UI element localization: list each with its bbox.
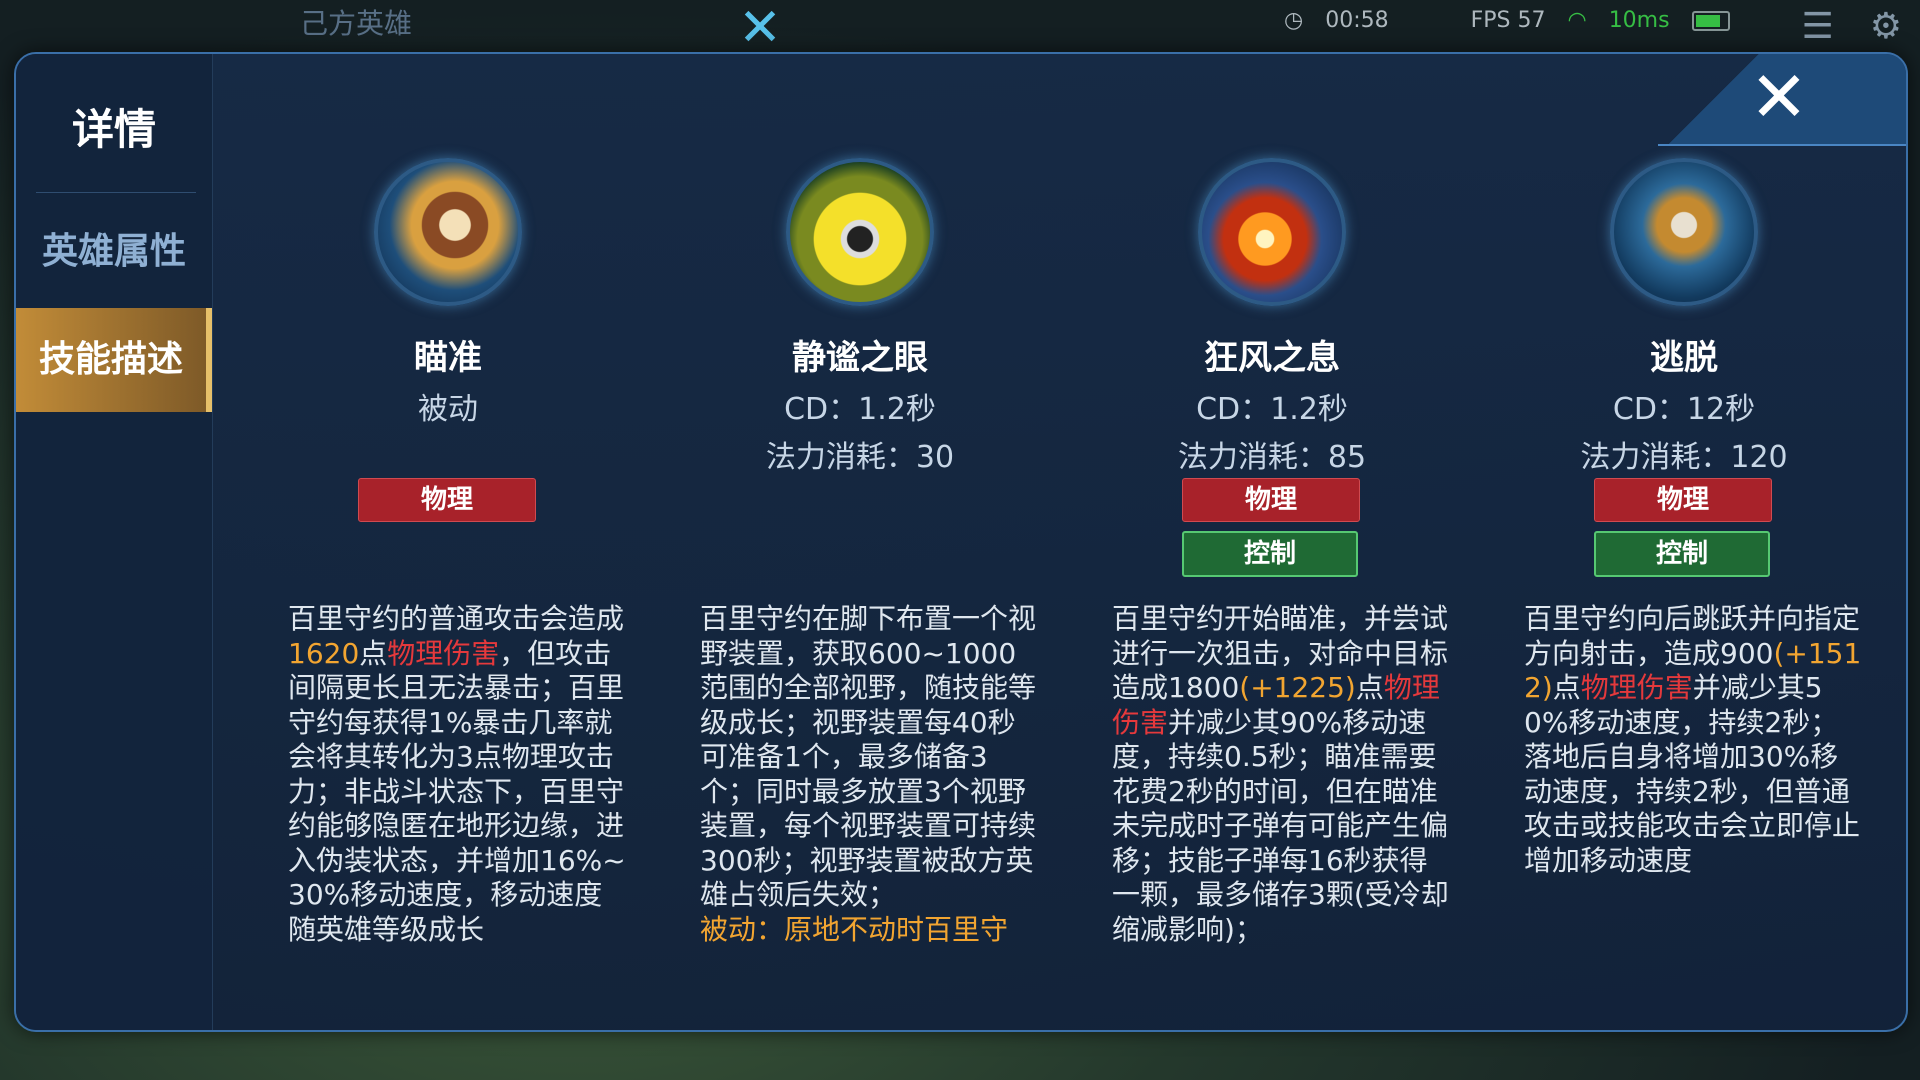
control-tag: 控制 bbox=[1594, 531, 1770, 577]
menu-list-icon[interactable]: ☰ bbox=[1801, 6, 1833, 47]
skill-description: 百里守约向后跳跃并向指定方向射击，造成900(+1512)点物理伤害并减少其50… bbox=[1524, 602, 1862, 877]
skill-eye-icon bbox=[786, 158, 934, 306]
skill-escape-icon bbox=[1610, 158, 1758, 306]
skill-card-1: 瞄准 被动 物理 百里守约的普通攻击会造成1620点物理伤害，但攻击间隔更长且无… bbox=[268, 54, 628, 1030]
skill-mana-cost: 法力消耗：120 bbox=[1580, 440, 1788, 475]
skill-cooldown: CD：1.2秒 bbox=[784, 392, 936, 427]
skill-aim-icon bbox=[374, 158, 522, 306]
match-time: 00:58 bbox=[1325, 8, 1389, 33]
fps-readout: FPS 57 bbox=[1470, 8, 1546, 33]
hud-x-icon: ✕ bbox=[738, 0, 782, 58]
clock-icon: ◷ bbox=[1284, 8, 1304, 33]
sidebar: 详情 英雄属性 技能描述 bbox=[16, 54, 213, 1030]
sidebar-title: 详情 bbox=[71, 105, 156, 154]
physical-tag: 物理 bbox=[1594, 478, 1772, 522]
skill-card-3: 狂风之息 CD：1.2秒 法力消耗：85 物理 控制 百里守约开始瞄准，并尝试进… bbox=[1092, 54, 1452, 1030]
battery-icon bbox=[1691, 10, 1730, 31]
physical-tag: 物理 bbox=[1182, 478, 1360, 522]
skill-mana-cost: 法力消耗：85 bbox=[1177, 440, 1367, 475]
sidebar-item-hero-attributes[interactable]: 英雄属性 bbox=[16, 200, 212, 304]
skill-bullet-icon bbox=[1198, 158, 1346, 306]
skill-description: 百里守约的普通攻击会造成1620点物理伤害，但攻击间隔更长且无法暴击；百里守约每… bbox=[288, 602, 626, 946]
physical-tag: 物理 bbox=[358, 478, 536, 522]
wifi-icon: ◠ bbox=[1567, 8, 1587, 33]
skill-detail-panel: ✕ 详情 英雄属性 技能描述 瞄准 被动 物理 百里守约的普通攻击会造成1620… bbox=[14, 52, 1908, 1032]
hud-right: ☰ ⚙ bbox=[1801, 6, 1902, 47]
skill-name: 逃脱 bbox=[1650, 338, 1718, 378]
hud-stats: ◷ 00:58 FPS 57 ◠ 10ms bbox=[1284, 8, 1730, 33]
game-hud: 己方英雄 ✕ ◷ 00:58 FPS 57 ◠ 10ms ☰ ⚙ bbox=[0, 0, 1920, 58]
hud-title: 己方英雄 bbox=[300, 7, 413, 40]
skill-mana-cost: 法力消耗：30 bbox=[765, 440, 955, 475]
sidebar-divider bbox=[36, 192, 196, 193]
skill-description: 百里守约在脚下布置一个视野装置，获取600~1000范围的全部视野，随技能等级成… bbox=[700, 602, 1037, 946]
skill-name: 狂风之息 bbox=[1204, 338, 1340, 378]
control-tag: 控制 bbox=[1182, 531, 1358, 577]
skill-name: 静谧之眼 bbox=[792, 338, 928, 378]
ping-readout: 10ms bbox=[1608, 8, 1670, 33]
sidebar-item-skill-description[interactable]: 技能描述 bbox=[16, 308, 212, 412]
skill-cooldown: CD：1.2秒 bbox=[1196, 392, 1348, 427]
skill-description: 百里守约开始瞄准，并尝试进行一次狙击，对命中目标造成1800(+1225)点物理… bbox=[1112, 602, 1449, 946]
skill-type: 被动 bbox=[418, 392, 478, 427]
skill-card-4: 逃脱 CD：12秒 法力消耗：120 物理 控制 百里守约向后跳跃并向指定方向射… bbox=[1504, 54, 1864, 1030]
skill-name: 瞄准 bbox=[414, 338, 482, 378]
gear-icon[interactable]: ⚙ bbox=[1870, 6, 1902, 47]
skill-card-2: 静谧之眼 CD：1.2秒 法力消耗：30 百里守约在脚下布置一个视野装置，获取6… bbox=[680, 54, 1040, 1030]
skill-cooldown: CD：12秒 bbox=[1612, 392, 1756, 427]
